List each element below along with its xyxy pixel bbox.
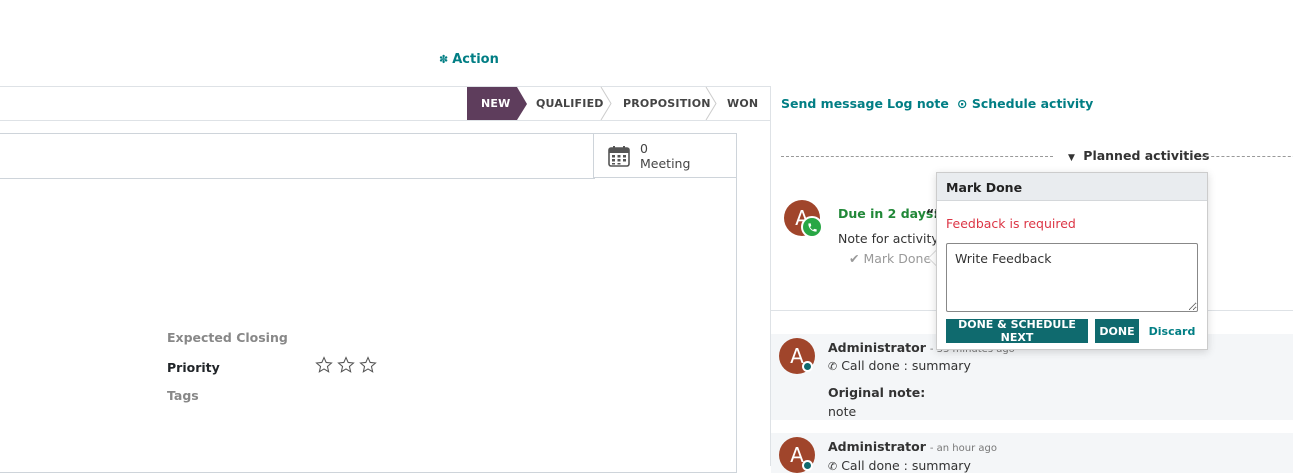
stage-proposition[interactable]: PROPOSITION bbox=[623, 87, 710, 120]
meeting-count: 0 bbox=[640, 140, 648, 156]
schedule-activity-label: Schedule activity bbox=[971, 96, 1094, 111]
message-author[interactable]: Administrator bbox=[828, 340, 926, 355]
message-time: - an hour ago bbox=[929, 443, 997, 454]
phone-icon bbox=[801, 216, 823, 238]
send-message-button[interactable]: Send message bbox=[781, 96, 883, 111]
stage-separator bbox=[705, 87, 717, 120]
popover-arrow-inner bbox=[929, 251, 936, 265]
dashed-divider bbox=[781, 156, 1053, 157]
stage-label: WON bbox=[727, 97, 759, 110]
planned-activities-label: Planned activities bbox=[1083, 148, 1210, 163]
sheet-divider bbox=[0, 178, 595, 179]
discard-button[interactable]: Discard bbox=[1146, 319, 1198, 343]
planned-activities-header[interactable]: ▼ Planned activities bbox=[781, 148, 1293, 164]
star-icon[interactable] bbox=[359, 356, 377, 374]
star-icon[interactable] bbox=[337, 356, 355, 374]
mark-done-label: Mark Done bbox=[863, 251, 932, 266]
schedule-activity-button[interactable]: ⊙ Schedule activity bbox=[957, 96, 1093, 111]
phone-icon: ✆ bbox=[828, 360, 838, 373]
activity-due: Due in 2 days: bbox=[838, 206, 939, 221]
planned-activities-toggle[interactable]: ▼ Planned activities bbox=[1068, 148, 1209, 163]
stage-separator bbox=[600, 87, 612, 120]
caret-down-icon: ▼ bbox=[1068, 153, 1075, 163]
priority-label: Priority bbox=[167, 360, 220, 375]
stage-label: QUALIFIED bbox=[536, 97, 604, 110]
mark-done-link[interactable]: ✔ Mark Done bbox=[849, 251, 931, 266]
meeting-smart-button[interactable]: 0 Meeting bbox=[593, 134, 736, 178]
online-status-icon bbox=[802, 361, 813, 372]
activity-note: Note for activity bbox=[838, 231, 939, 246]
star-icon[interactable] bbox=[315, 356, 333, 374]
status-bar: NEW QUALIFIED PROPOSITION WON bbox=[0, 86, 770, 121]
meeting-label: Meeting bbox=[640, 155, 691, 171]
original-note: note bbox=[828, 404, 857, 419]
phone-icon: ✆ bbox=[828, 460, 838, 473]
message-body: ✆ Call done : summary bbox=[828, 358, 971, 373]
expected-closing-label: Expected Closing bbox=[167, 330, 288, 345]
calendar-icon bbox=[608, 145, 630, 167]
log-note-button[interactable]: Log note bbox=[887, 96, 949, 111]
message-author[interactable]: Administrator bbox=[828, 439, 926, 454]
message-text: Call done : summary bbox=[841, 358, 971, 373]
original-note-label: Original note: bbox=[828, 385, 926, 400]
stage-won[interactable]: WON bbox=[727, 87, 767, 120]
smart-button-text: 0 Meeting bbox=[640, 141, 690, 171]
popover-title: Mark Done bbox=[937, 173, 1207, 201]
clock-icon: ⊙ bbox=[957, 96, 968, 111]
action-menu-button[interactable]: ✽ Action bbox=[439, 52, 499, 67]
stage-arrow bbox=[517, 87, 527, 120]
stage-new[interactable]: NEW bbox=[467, 87, 527, 120]
stage-qualified[interactable]: QUALIFIED bbox=[536, 87, 606, 120]
priority-widget bbox=[315, 356, 377, 374]
mark-done-popover: Mark Done Feedback is required DONE & SC… bbox=[936, 172, 1208, 350]
gear-icon: ✽ bbox=[439, 53, 449, 66]
done-button[interactable]: DONE bbox=[1095, 319, 1139, 343]
message-header: Administrator - an hour ago bbox=[828, 439, 997, 454]
feedback-input[interactable] bbox=[946, 243, 1198, 312]
done-schedule-next-button[interactable]: DONE & SCHEDULE NEXT bbox=[946, 318, 1088, 344]
check-icon: ✔ bbox=[849, 251, 860, 266]
message-item: A Administrator - an hour ago ✆ Call done… bbox=[771, 433, 1293, 473]
dashed-divider bbox=[1201, 156, 1293, 157]
stage-label: NEW bbox=[481, 97, 511, 110]
form-sheet: 0 Meeting bbox=[0, 133, 737, 473]
tags-label: Tags bbox=[167, 388, 199, 403]
action-label: Action bbox=[452, 52, 499, 67]
feedback-required-error: Feedback is required bbox=[946, 216, 1076, 231]
stage-label: PROPOSITION bbox=[623, 97, 711, 110]
